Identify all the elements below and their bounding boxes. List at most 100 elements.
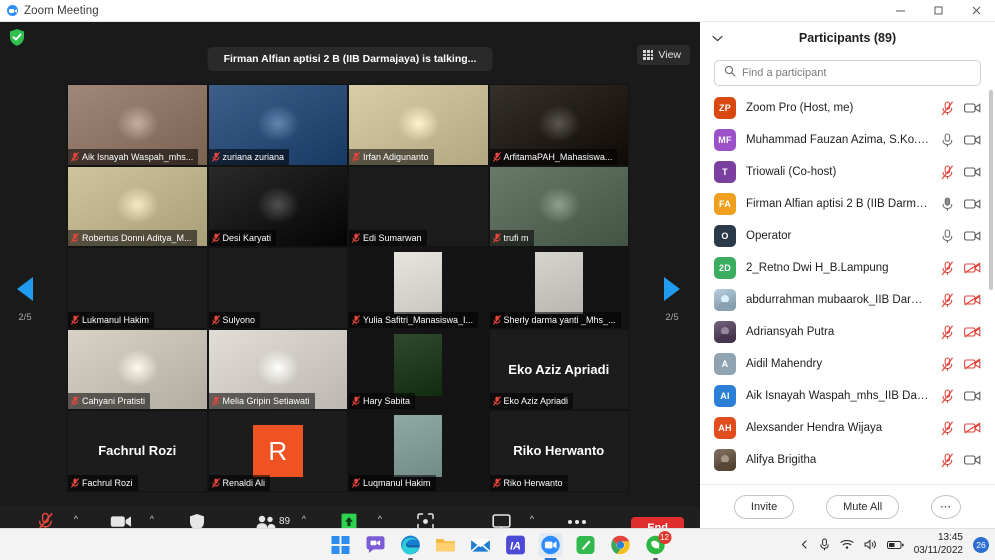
chevron-up-icon[interactable]: ^ <box>74 514 78 524</box>
toolbar-participants-button[interactable]: 89Participants^ <box>242 506 306 528</box>
participant-tile[interactable]: Aik Isnayah Waspah_mhs... <box>67 84 208 166</box>
participant-tile[interactable]: Luqmanul Hakim <box>348 410 489 492</box>
previous-page-button[interactable]: 2/5 <box>12 277 38 323</box>
participant-row[interactable]: O Operator <box>700 220 995 252</box>
video-off-icon[interactable] <box>964 422 981 434</box>
video-icon[interactable] <box>964 134 981 146</box>
mic-muted-icon[interactable] <box>941 164 954 180</box>
participant-row[interactable]: ZP Zoom Pro (Host, me) <box>700 92 995 124</box>
participant-tile[interactable]: ArfitamaPAH_Mahasiswa... <box>488 84 629 166</box>
search-box[interactable] <box>714 60 981 86</box>
invite-button[interactable]: Invite <box>733 494 795 519</box>
taskbar-chrome-icon[interactable] <box>608 533 632 557</box>
video-icon[interactable] <box>964 230 981 242</box>
taskbar-mail-icon[interactable] <box>468 533 492 557</box>
view-button[interactable]: View <box>637 45 690 65</box>
participant-tile[interactable]: Edi Sumarwan <box>348 165 489 248</box>
mic-muted-icon[interactable] <box>941 452 954 468</box>
participant-row[interactable]: T Triowali (Co-host) <box>700 156 995 188</box>
participants-more-button[interactable]: ⋯ <box>931 494 962 519</box>
participant-tile[interactable]: zuriana zuriana <box>207 84 348 166</box>
participant-tile[interactable]: Cahyani Pratisti <box>67 328 208 411</box>
taskbar-windows-start-icon[interactable] <box>328 533 352 557</box>
participant-row[interactable]: MF Muhammad Fauzan Azima, S.Ko... (Co-hos… <box>700 124 995 156</box>
mic-muted-icon[interactable] <box>941 356 954 372</box>
participant-tile[interactable]: Yulia Safitri_Manasiswa_I... <box>348 247 489 329</box>
taskbar-notes-app-icon[interactable] <box>573 533 597 557</box>
participant-tile[interactable]: Sherly darma yanti _Mhs_... <box>488 247 629 329</box>
video-off-icon[interactable] <box>964 262 981 274</box>
participant-row[interactable]: Adriansyah Putra <box>700 316 995 348</box>
battery-icon[interactable] <box>886 540 904 550</box>
chevron-up-icon[interactable]: ^ <box>378 514 382 524</box>
video-icon[interactable] <box>964 102 981 114</box>
toolbar-security-button[interactable]: Security <box>166 506 228 528</box>
video-icon[interactable] <box>964 166 981 178</box>
mic-icon[interactable] <box>941 132 954 148</box>
video-off-icon[interactable] <box>964 358 981 370</box>
participant-tile[interactable]: R Renaldi Ali <box>207 410 348 492</box>
toolbar-more-button[interactable]: More <box>546 506 608 528</box>
taskbar-edge-icon[interactable] <box>398 533 422 560</box>
minimize-button[interactable] <box>881 0 919 22</box>
video-off-icon[interactable] <box>964 294 981 306</box>
participant-tile[interactable]: Fachrul Rozi Fachrul Rozi <box>67 410 208 492</box>
participant-tile[interactable]: Melia Gripin Setiawati <box>207 328 348 411</box>
microphone-icon[interactable] <box>819 538 830 551</box>
taskbar-ia-app-icon[interactable]: IA <box>503 533 527 557</box>
participants-list[interactable]: ZP Zoom Pro (Host, me) MF Muhammad Fauzan A… <box>700 90 995 484</box>
mic-muted-icon[interactable] <box>941 100 954 116</box>
participant-row[interactable]: AI Aik Isnayah Waspah_mhs_IIB Darmajaya <box>700 380 995 412</box>
mic-muted-icon[interactable] <box>941 420 954 436</box>
chevron-up-icon[interactable]: ^ <box>302 514 306 524</box>
participant-tile[interactable]: Eko Aziz Apriadi Eko Aziz Apriadi <box>488 328 629 411</box>
participant-tile[interactable]: Robertus Donni Aditya_M... <box>67 165 208 248</box>
chevron-up-icon[interactable]: ^ <box>150 514 154 524</box>
end-meeting-button[interactable]: End <box>631 517 684 528</box>
participant-row[interactable]: AH Alexsander Hendra Wijaya <box>700 412 995 444</box>
participant-tile[interactable]: Riko Herwanto Riko Herwanto <box>488 410 629 492</box>
participant-row[interactable]: abdurrahman mubaarok_IIB Darmajaya <box>700 284 995 316</box>
participant-tile[interactable]: Irfan Adigunanto <box>348 84 489 166</box>
toolbar-unmute-button[interactable]: Unmute^ <box>14 506 78 528</box>
taskbar-whatsapp-icon[interactable]: 12 <box>643 530 671 560</box>
search-input[interactable] <box>742 67 971 79</box>
mic-muted-icon[interactable] <box>941 324 954 340</box>
mic-muted-icon[interactable] <box>941 292 954 308</box>
toolbar-share-screen-button[interactable]: Share Screen^ <box>318 506 382 528</box>
mic-muted-icon[interactable] <box>941 260 954 276</box>
chevron-up-icon[interactable]: ^ <box>530 514 534 524</box>
maximize-button[interactable] <box>919 0 957 22</box>
wifi-icon[interactable] <box>840 539 854 550</box>
participant-tile[interactable]: Sulyono <box>207 247 348 329</box>
participant-tile[interactable]: Lukmanul Hakim <box>67 247 208 329</box>
mic-active-icon[interactable] <box>941 197 954 212</box>
volume-icon[interactable] <box>864 539 877 550</box>
mute-all-button[interactable]: Mute All <box>826 494 900 519</box>
show-hidden-icons[interactable] <box>800 540 809 549</box>
mic-icon[interactable] <box>941 228 954 244</box>
video-icon[interactable] <box>964 390 981 402</box>
participants-scrollbar[interactable] <box>989 90 993 290</box>
taskbar-zoom-icon[interactable] <box>538 532 562 560</box>
taskbar-teams-chat-icon[interactable] <box>363 533 387 557</box>
participant-tile[interactable]: trufi m <box>488 165 629 248</box>
toolbar-whiteboards-button[interactable]: Whiteboards^ <box>470 506 534 528</box>
participant-row[interactable]: Alifya Brigitha <box>700 444 995 476</box>
participant-tile[interactable]: Desi Karyati <box>207 165 348 248</box>
participant-row[interactable]: FA Firman Alfian aptisi 2 B (IIB Darmajay… <box>700 188 995 220</box>
video-icon[interactable] <box>964 454 981 466</box>
taskbar-file-explorer-icon[interactable] <box>433 533 457 557</box>
toolbar-stop-video-button[interactable]: Stop Video^ <box>90 506 154 528</box>
video-off-icon[interactable] <box>964 326 981 338</box>
notification-badge[interactable]: 26 <box>973 536 989 553</box>
participant-tile[interactable]: Hary Sabita <box>348 328 489 411</box>
mic-muted-icon[interactable] <box>941 388 954 404</box>
taskbar-clock[interactable]: 13:45 03/11/2022 <box>914 532 963 557</box>
participant-row[interactable]: A Aidil Mahendry <box>700 348 995 380</box>
close-button[interactable] <box>957 0 995 22</box>
next-page-button[interactable]: 2/5 <box>659 277 685 323</box>
participant-row[interactable]: 2D 2_Retno Dwi H_B.Lampung <box>700 252 995 284</box>
toolbar-apps-button[interactable]: Apps <box>394 506 456 528</box>
video-icon[interactable] <box>964 198 981 210</box>
